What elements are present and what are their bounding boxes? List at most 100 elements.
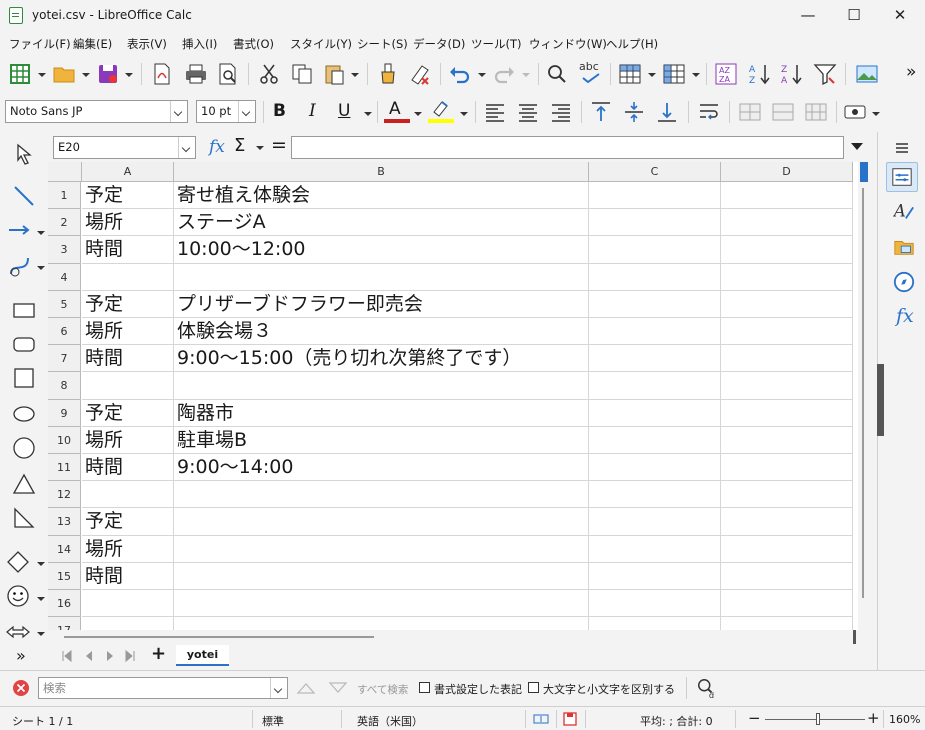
sort-icon[interactable]: AZZA bbox=[714, 62, 738, 86]
cell-d16[interactable] bbox=[721, 590, 853, 618]
align-center-icon[interactable] bbox=[516, 100, 540, 124]
merge-cells-icon[interactable] bbox=[738, 100, 762, 124]
redo-icon[interactable] bbox=[492, 62, 516, 86]
toolbar-overflow-button[interactable]: » bbox=[906, 62, 916, 82]
cell-c11[interactable] bbox=[589, 454, 721, 482]
add-sheet-button[interactable]: + bbox=[151, 643, 166, 664]
menu-view[interactable]: 表示(V) bbox=[127, 36, 167, 52]
smiley-icon[interactable] bbox=[6, 584, 30, 608]
first-sheet-icon[interactable] bbox=[60, 649, 74, 663]
cell-a8[interactable] bbox=[82, 372, 174, 400]
cell-b4[interactable] bbox=[174, 263, 589, 291]
cell-a7[interactable]: 時間 bbox=[82, 345, 174, 373]
properties-tab[interactable] bbox=[886, 162, 918, 192]
font-color-dropdown-arrow[interactable] bbox=[414, 112, 422, 116]
print-icon[interactable] bbox=[184, 62, 208, 86]
find-replace-dialog-icon[interactable]: d bbox=[696, 677, 718, 699]
maximize-button[interactable]: ☐ bbox=[831, 0, 877, 32]
align-top-icon[interactable] bbox=[589, 100, 613, 124]
cell-a10[interactable]: 場所 bbox=[82, 426, 174, 454]
horizontal-scroll-handle[interactable] bbox=[853, 630, 856, 644]
cell-d15[interactable] bbox=[721, 562, 853, 590]
sort-ascending-icon[interactable]: AZ bbox=[748, 62, 772, 86]
find-history-dropdown-arrow[interactable] bbox=[270, 678, 287, 698]
cell-b16[interactable] bbox=[174, 590, 589, 618]
name-box[interactable]: E20 bbox=[53, 136, 196, 159]
cell-d8[interactable] bbox=[721, 372, 853, 400]
drawing-toolbar-overflow[interactable]: » bbox=[16, 646, 26, 665]
cell-d10[interactable] bbox=[721, 426, 853, 454]
cell-c3[interactable] bbox=[589, 236, 721, 264]
menu-styles[interactable]: スタイル(Y) bbox=[290, 36, 352, 52]
menu-help[interactable]: ヘルプ(H) bbox=[606, 36, 658, 52]
find-input[interactable]: 検索 bbox=[38, 677, 288, 699]
cell-b7[interactable]: 9:00～15:00（売り切れ次第終了です） bbox=[174, 345, 589, 373]
row-header[interactable]: 12 bbox=[48, 481, 81, 509]
zoom-slider-track[interactable] bbox=[765, 719, 865, 720]
name-box-dropdown-arrow[interactable] bbox=[178, 137, 195, 158]
page-style[interactable]: 標準 bbox=[262, 713, 284, 729]
font-size-box[interactable]: 10 pt bbox=[196, 100, 256, 123]
row-header[interactable]: 14 bbox=[48, 535, 81, 563]
menu-file[interactable]: ファイル(F) bbox=[9, 36, 71, 52]
curve-icon[interactable] bbox=[8, 254, 32, 278]
zoom-in-button[interactable]: + bbox=[867, 709, 880, 727]
block-arrow-icon[interactable] bbox=[6, 620, 30, 644]
open-folder-icon[interactable] bbox=[52, 62, 76, 86]
spelling-icon[interactable]: abc bbox=[579, 60, 599, 73]
cell-d1[interactable] bbox=[721, 182, 853, 210]
cell-b1[interactable]: 寄せ植え体験会 bbox=[174, 182, 589, 210]
line-arrow-dropdown-arrow[interactable] bbox=[37, 231, 45, 235]
row-header[interactable]: 1 bbox=[48, 182, 81, 210]
cell-b6[interactable]: 体験会場３ bbox=[174, 318, 589, 346]
vertical-scrollbar[interactable] bbox=[858, 162, 877, 630]
row-header[interactable]: 16 bbox=[48, 590, 81, 618]
new-dropdown-arrow[interactable] bbox=[38, 73, 46, 77]
menu-data[interactable]: データ(D) bbox=[413, 36, 465, 52]
cell-d9[interactable] bbox=[721, 399, 853, 427]
paste-dropdown-arrow[interactable] bbox=[351, 73, 359, 77]
column-header-a[interactable]: A bbox=[82, 162, 174, 182]
text-language[interactable]: 英語（米国） bbox=[357, 713, 423, 729]
previous-sheet-icon[interactable] bbox=[82, 649, 96, 663]
find-replace-icon[interactable] bbox=[545, 62, 569, 86]
save-icon[interactable] bbox=[96, 62, 120, 86]
triangle-icon[interactable] bbox=[12, 472, 36, 496]
vertical-scroll-thumb[interactable] bbox=[860, 162, 868, 182]
cell-b2[interactable]: ステージA bbox=[174, 209, 589, 237]
match-case-checkbox[interactable] bbox=[528, 682, 539, 693]
clear-formatting-icon[interactable] bbox=[408, 62, 432, 86]
symbol-shapes-dropdown-arrow[interactable] bbox=[37, 597, 45, 601]
sidebar-menu-icon[interactable] bbox=[894, 140, 910, 156]
square-icon[interactable] bbox=[12, 366, 36, 390]
cell-b5[interactable]: プリザーブドフラワー即売会 bbox=[174, 290, 589, 318]
cell-d11[interactable] bbox=[721, 454, 853, 482]
cell-c10[interactable] bbox=[589, 426, 721, 454]
row-header[interactable]: 11 bbox=[48, 454, 81, 482]
row-header[interactable]: 17 bbox=[48, 617, 81, 630]
column-dropdown-arrow[interactable] bbox=[692, 73, 700, 77]
cell-c7[interactable] bbox=[589, 345, 721, 373]
column-header-c[interactable]: C bbox=[589, 162, 721, 182]
menu-sheet[interactable]: シート(S) bbox=[357, 36, 408, 52]
select-all-corner[interactable] bbox=[48, 162, 82, 182]
menu-format[interactable]: 書式(O) bbox=[233, 36, 274, 52]
cell-a11[interactable]: 時間 bbox=[82, 454, 174, 482]
cell-d12[interactable] bbox=[721, 481, 853, 509]
cell-b14[interactable] bbox=[174, 535, 589, 563]
sum-icon[interactable]: Σ bbox=[234, 135, 245, 156]
new-spreadsheet-icon[interactable] bbox=[8, 62, 32, 86]
selection-summary[interactable]: 平均: ; 合計: 0 bbox=[640, 713, 713, 729]
redo-dropdown-arrow[interactable] bbox=[522, 73, 530, 77]
function-wizard-icon[interactable]: fx bbox=[209, 137, 225, 157]
cell-b3[interactable]: 10:00～12:00 bbox=[174, 236, 589, 264]
cell-d13[interactable] bbox=[721, 508, 853, 536]
cell-b8[interactable] bbox=[174, 372, 589, 400]
formatted-display-checkbox[interactable] bbox=[419, 682, 430, 693]
cell-b10[interactable]: 駐車場B bbox=[174, 426, 589, 454]
spreadsheet-grid[interactable]: A B C D 1 予定 寄せ植え体験会 2 場所 ステージA 3 時間 10:00～12:00… bbox=[48, 162, 858, 630]
cell-c15[interactable] bbox=[589, 562, 721, 590]
row-header[interactable]: 10 bbox=[48, 426, 81, 454]
sheet-tab-yotei[interactable]: yotei bbox=[176, 645, 229, 666]
cell-b12[interactable] bbox=[174, 481, 589, 509]
